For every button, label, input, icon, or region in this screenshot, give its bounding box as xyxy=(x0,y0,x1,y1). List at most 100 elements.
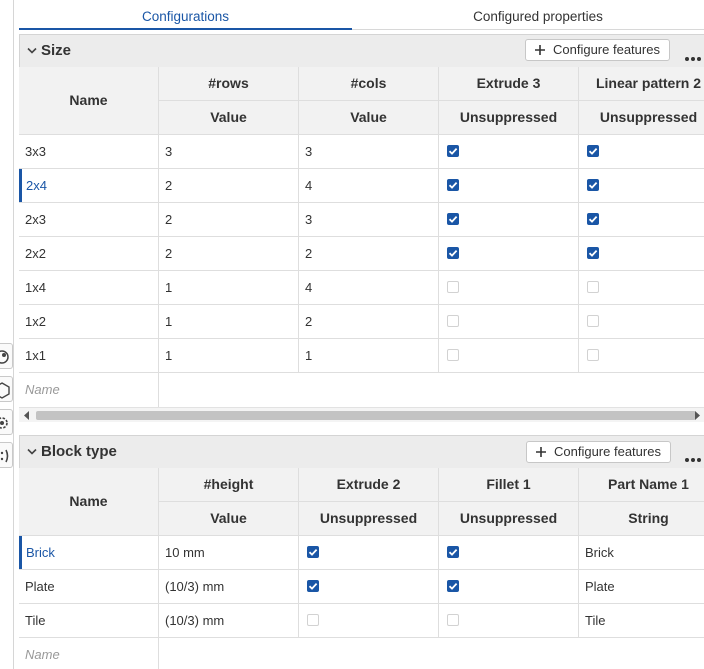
column-subheader: String xyxy=(579,502,704,536)
value-cell[interactable]: 1 xyxy=(159,305,299,339)
value-cell[interactable]: 3 xyxy=(299,203,439,237)
value-cell[interactable]: 2 xyxy=(159,203,299,237)
checkbox-checked-icon[interactable] xyxy=(587,145,599,157)
tab-configured-properties[interactable]: Configured properties xyxy=(352,0,704,30)
chevron-down-icon[interactable] xyxy=(27,47,37,55)
checkbox-cell[interactable] xyxy=(579,271,704,305)
gear-icon xyxy=(0,417,8,429)
checkbox-checked-icon[interactable] xyxy=(447,213,459,225)
value-cell[interactable]: 1 xyxy=(299,339,439,373)
checkbox-checked-icon[interactable] xyxy=(447,179,459,191)
cube-icon-button[interactable] xyxy=(0,376,13,402)
block-type-table: Name #height Value Extrude 2 Unsuppressed Fil… xyxy=(19,468,704,669)
size-table-scrollbar[interactable] xyxy=(19,407,704,422)
value-cell[interactable]: Brick xyxy=(579,536,704,570)
checkbox-cell[interactable] xyxy=(579,339,704,373)
checkbox-unchecked-icon[interactable] xyxy=(587,281,599,293)
tab-configurations[interactable]: Configurations xyxy=(19,0,352,30)
checkbox-cell[interactable] xyxy=(439,203,579,237)
checkbox-checked-icon[interactable] xyxy=(447,247,459,259)
checkbox-cell[interactable] xyxy=(439,536,579,570)
appearance-icon xyxy=(0,350,9,364)
value-cell[interactable]: (10/3) mm xyxy=(159,570,299,604)
checkbox-checked-icon[interactable] xyxy=(307,546,319,558)
value-cell[interactable]: 1 xyxy=(159,271,299,305)
size-panel-title: Size xyxy=(41,42,72,59)
checkbox-cell[interactable] xyxy=(579,135,704,169)
config-name-cell[interactable]: Plate xyxy=(19,570,159,604)
variable-icon xyxy=(0,449,9,463)
variable-icon-button[interactable] xyxy=(0,442,13,468)
checkbox-cell[interactable] xyxy=(439,570,579,604)
checkbox-checked-icon[interactable] xyxy=(447,145,459,157)
checkbox-cell[interactable] xyxy=(579,169,704,203)
checkbox-cell[interactable] xyxy=(579,203,704,237)
block-type-configuration-panel: Block type Configure features Name #heigh… xyxy=(19,435,704,669)
value-cell[interactable]: 2 xyxy=(159,237,299,271)
checkbox-unchecked-icon[interactable] xyxy=(447,281,459,293)
checkbox-cell[interactable] xyxy=(299,570,439,604)
block-type-more-icon[interactable] xyxy=(683,450,701,465)
block-type-panel-title: Block type xyxy=(41,443,117,460)
value-cell[interactable]: 1 xyxy=(159,339,299,373)
checkbox-unchecked-icon[interactable] xyxy=(587,349,599,361)
appearance-icon-button[interactable] xyxy=(0,343,13,369)
checkbox-checked-icon[interactable] xyxy=(587,247,599,259)
checkbox-cell[interactable] xyxy=(439,135,579,169)
config-name-cell[interactable]: Brick xyxy=(19,536,159,570)
config-name-cell[interactable]: Tile xyxy=(19,604,159,638)
checkbox-checked-icon[interactable] xyxy=(307,580,319,592)
value-cell[interactable]: 2 xyxy=(299,305,439,339)
config-name-cell[interactable]: 1x2 xyxy=(19,305,159,339)
checkbox-cell[interactable] xyxy=(579,237,704,271)
scroll-right-icon[interactable] xyxy=(694,411,700,420)
checkbox-checked-icon[interactable] xyxy=(587,179,599,191)
config-name-cell[interactable]: 2x2 xyxy=(19,237,159,271)
checkbox-cell[interactable] xyxy=(439,604,579,638)
value-cell[interactable]: (10/3) mm xyxy=(159,604,299,638)
value-cell[interactable]: 4 xyxy=(299,169,439,203)
size-more-icon[interactable] xyxy=(683,49,701,64)
config-name-cell[interactable]: 1x4 xyxy=(19,271,159,305)
config-name-cell[interactable]: 2x4 xyxy=(19,169,159,203)
checkbox-cell[interactable] xyxy=(299,536,439,570)
size-configure-features-button[interactable]: Configure features xyxy=(525,39,670,61)
checkbox-checked-icon[interactable] xyxy=(447,546,459,558)
new-configuration-name-input[interactable]: Name xyxy=(19,638,159,669)
block-type-configure-features-button[interactable]: Configure features xyxy=(526,441,671,463)
configure-features-label: Configure features xyxy=(554,444,661,459)
checkbox-cell[interactable] xyxy=(439,305,579,339)
checkbox-unchecked-icon[interactable] xyxy=(307,614,319,626)
value-cell[interactable]: Tile xyxy=(579,604,704,638)
scrollbar-thumb[interactable] xyxy=(36,411,696,420)
checkbox-cell[interactable] xyxy=(579,305,704,339)
checkbox-cell[interactable] xyxy=(299,604,439,638)
value-cell[interactable]: 3 xyxy=(299,135,439,169)
chevron-down-icon[interactable] xyxy=(27,448,37,456)
scroll-left-icon[interactable] xyxy=(24,411,30,420)
value-cell[interactable]: Plate xyxy=(579,570,704,604)
gear-icon-button[interactable] xyxy=(0,409,13,435)
checkbox-unchecked-icon[interactable] xyxy=(587,315,599,327)
checkbox-unchecked-icon[interactable] xyxy=(447,315,459,327)
value-cell[interactable]: 2 xyxy=(159,169,299,203)
checkbox-unchecked-icon[interactable] xyxy=(447,349,459,361)
checkbox-checked-icon[interactable] xyxy=(587,213,599,225)
checkbox-cell[interactable] xyxy=(439,237,579,271)
value-cell[interactable]: 3 xyxy=(159,135,299,169)
checkbox-unchecked-icon[interactable] xyxy=(447,614,459,626)
value-cell[interactable]: 10 mm xyxy=(159,536,299,570)
config-name-cell[interactable]: 3x3 xyxy=(19,135,159,169)
column-subheader: Value xyxy=(159,101,299,135)
value-cell[interactable]: 4 xyxy=(299,271,439,305)
block-type-panel-header: Block type Configure features xyxy=(19,436,704,468)
new-configuration-name-input[interactable]: Name xyxy=(19,373,159,407)
checkbox-cell[interactable] xyxy=(439,271,579,305)
config-name-cell[interactable]: 2x3 xyxy=(19,203,159,237)
value-cell[interactable]: 2 xyxy=(299,237,439,271)
checkbox-cell[interactable] xyxy=(439,169,579,203)
checkbox-checked-icon[interactable] xyxy=(447,580,459,592)
column-header: #cols xyxy=(299,67,439,101)
checkbox-cell[interactable] xyxy=(439,339,579,373)
config-name-cell[interactable]: 1x1 xyxy=(19,339,159,373)
